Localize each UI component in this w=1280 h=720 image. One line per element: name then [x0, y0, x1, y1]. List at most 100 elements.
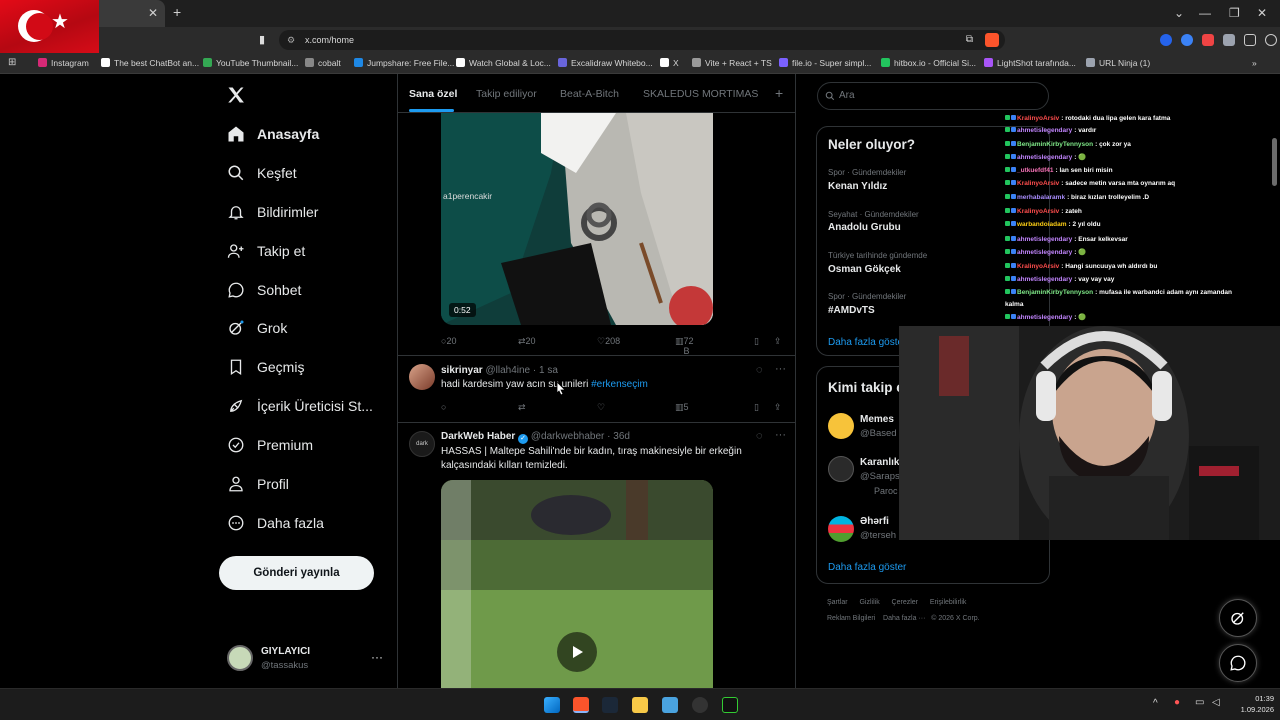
chat-username[interactable]: KralinyoArsiv [1017, 263, 1059, 270]
minimize-icon[interactable]: — [1199, 6, 1211, 20]
bookmark-hitbox[interactable]: hitbox.io - Official Si... [881, 57, 976, 69]
views-button[interactable]: ▥ 72 B [675, 336, 694, 356]
bookmarks-overflow-icon[interactable]: » [1252, 57, 1257, 69]
reply-button[interactable]: ○ 20 [441, 336, 456, 346]
footer-link[interactable]: Reklam Bilgileri [827, 615, 875, 622]
post3-avatar[interactable]: dark [409, 431, 435, 457]
apps-grid-icon[interactable]: ⊞ [8, 57, 16, 68]
address-bar[interactable]: ⚙ x.com/home ⧉ [279, 30, 1005, 50]
chat-username[interactable]: ahmetislegendary [1017, 314, 1072, 321]
messages-floating-button[interactable] [1219, 644, 1257, 682]
share-button[interactable]: ⇪ [774, 402, 782, 412]
post2-hashtag[interactable]: #erkenseçim [591, 379, 648, 390]
file-explorer-icon[interactable] [632, 697, 648, 713]
nav-home[interactable]: Anasayfa [226, 120, 319, 148]
grok-explain-icon[interactable]: ◌ [756, 364, 763, 376]
tab-beat-a-bitch[interactable]: Beat-A-Bitch [560, 88, 619, 100]
views-button[interactable]: ▥ 5 [675, 402, 689, 412]
chat-username[interactable]: ahmetislegendary [1017, 249, 1072, 256]
close-tab-icon[interactable]: ✕ [148, 6, 158, 20]
tab-list-icon[interactable]: ⌄ [1174, 6, 1184, 20]
chat-username[interactable]: merhabalaramk [1017, 194, 1065, 201]
bookmark-excalidraw[interactable]: Excalidraw Whitebo... [558, 57, 653, 69]
brave-browser-icon[interactable] [573, 697, 589, 713]
post3-handle[interactable]: @darkwebhaber [531, 431, 605, 442]
account-menu-icon[interactable]: ··· [371, 650, 383, 664]
nav-profile[interactable]: Profil [226, 470, 289, 498]
bookmark-post-button[interactable]: ▯ [754, 336, 759, 346]
network-icon[interactable]: ▭ [1195, 697, 1204, 708]
footer-link[interactable]: Gizlilik [859, 599, 879, 606]
trend-item[interactable]: Osman Gökçek [828, 264, 901, 275]
chat-username[interactable]: KralinyoArsiv [1017, 208, 1059, 215]
post-button[interactable]: Gönderi yayınla [219, 556, 374, 590]
add-tab-icon[interactable]: + [775, 85, 783, 101]
post2-more-icon[interactable]: ··· [775, 363, 786, 375]
grok-floating-button[interactable] [1219, 599, 1257, 637]
extension-icon[interactable] [1160, 34, 1172, 46]
play-button-icon[interactable] [557, 632, 597, 672]
grok-explain-icon[interactable]: ◌ [756, 430, 763, 442]
steam-icon[interactable] [602, 697, 618, 713]
bookmark-vite-react[interactable]: Vite + React + TS [692, 57, 772, 69]
chat-username[interactable]: KralinyoArsiv [1017, 180, 1059, 187]
who-to-follow-show-more[interactable]: Daha fazla göster [828, 562, 906, 573]
post-video[interactable]: a1perencakir 0:52 [441, 113, 713, 325]
nav-more[interactable]: Daha fazla [226, 509, 324, 537]
like-button[interactable]: ♡ 208 [597, 336, 620, 346]
site-info-icon[interactable]: ⚙ [287, 30, 295, 50]
chat-username[interactable]: ahmetislegendary [1017, 154, 1072, 161]
tab-for-you[interactable]: Sana özel [409, 88, 457, 100]
bookmark-page-icon[interactable]: ▮ [259, 33, 265, 46]
nav-grok[interactable]: Grok [226, 314, 287, 342]
repost-button[interactable]: ⇄ 20 [518, 336, 536, 346]
extension-icon[interactable] [1223, 34, 1235, 46]
bookmark-file-io[interactable]: file.io - Super simpl... [779, 57, 871, 69]
bookmark-watch-global[interactable]: Watch Global & Loc... [456, 57, 551, 69]
like-button[interactable]: ♡ [597, 402, 605, 412]
footer-link[interactable]: Daha fazla ··· [883, 615, 925, 622]
bookmark-url-ninja[interactable]: URL Ninja (1) [1086, 57, 1150, 69]
chat-username[interactable]: ahmetislegendary [1017, 127, 1072, 134]
chat-username[interactable]: warbandoiadam [1017, 221, 1066, 228]
terminal-icon[interactable] [722, 697, 738, 713]
suggestion-avatar[interactable] [828, 456, 854, 482]
suggestion-avatar[interactable] [828, 516, 854, 542]
account-avatar[interactable] [227, 645, 253, 671]
trends-show-more[interactable]: Daha fazla göster [828, 337, 906, 348]
page-scrollbar[interactable] [1272, 138, 1277, 186]
trend-item[interactable]: Kenan Yıldız [828, 181, 887, 192]
post3-more-icon[interactable]: ··· [775, 429, 786, 441]
system-clock[interactable]: 01:39 1.09.2026 [1230, 693, 1274, 715]
bookmark-youtube-thumbnail[interactable]: YouTube Thumbnail... [203, 57, 298, 69]
bookmark-chatbot[interactable]: The best ChatBot an... [101, 57, 199, 69]
bookmark-jumpshare[interactable]: Jumpshare: Free File... [354, 57, 454, 69]
trend-item[interactable]: #AMDvTS [828, 305, 875, 316]
footer-link[interactable]: Şartlar [827, 599, 848, 606]
chat-username[interactable]: BenjaminKirbyTennyson [1017, 289, 1093, 296]
nav-follow[interactable]: Takip et [226, 237, 305, 265]
puzzle-icon[interactable] [1244, 34, 1256, 46]
post2-avatar[interactable] [409, 364, 435, 390]
chat-username[interactable]: ahmetislegendary [1017, 236, 1072, 243]
volume-icon[interactable]: ◁ [1212, 697, 1220, 708]
new-tab-icon[interactable]: + [173, 5, 181, 19]
post3-video[interactable] [441, 480, 713, 688]
trend-item[interactable]: Anadolu Grubu [828, 222, 901, 233]
photos-icon[interactable] [662, 697, 678, 713]
shield-icon[interactable] [1265, 34, 1277, 46]
extension-icon[interactable] [1202, 34, 1214, 46]
open-in-app-icon[interactable]: ⧉ [966, 30, 973, 50]
start-menu-icon[interactable] [544, 697, 560, 713]
suggestion-name[interactable]: Əhərfi [860, 516, 889, 527]
nav-chat[interactable]: Sohbet [226, 276, 301, 304]
maximize-icon[interactable]: ❐ [1229, 6, 1240, 20]
x-logo-icon[interactable] [226, 85, 246, 110]
share-button[interactable]: ⇪ [774, 336, 782, 346]
repost-button[interactable]: ⇄ [518, 402, 526, 412]
chat-username[interactable]: ahmetislegendary [1017, 276, 1072, 283]
mic-icon[interactable]: ● [1174, 697, 1180, 708]
suggestion-name[interactable]: Memes [860, 414, 894, 425]
suggestion-avatar[interactable] [828, 413, 854, 439]
bookmark-post-button[interactable]: ▯ [754, 402, 759, 412]
